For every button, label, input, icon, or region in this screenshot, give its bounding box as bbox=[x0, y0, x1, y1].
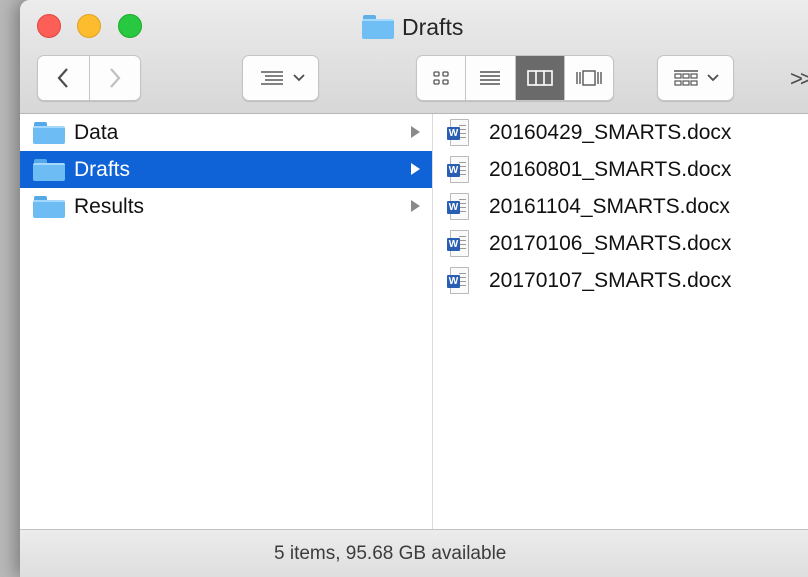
disclosure-triangle-icon bbox=[411, 126, 420, 138]
chevron-down-icon bbox=[292, 74, 305, 82]
zoom-window-button[interactable] bbox=[118, 14, 142, 38]
cover-flow-view-button[interactable] bbox=[563, 56, 613, 100]
window-title: Drafts bbox=[362, 13, 463, 41]
view-mode-buttons bbox=[416, 55, 614, 101]
column-view-button[interactable] bbox=[514, 56, 564, 100]
folder-label: Drafts bbox=[74, 157, 131, 181]
file-row[interactable]: W 20170106_SMARTS.docx bbox=[433, 225, 808, 262]
folder-label: Results bbox=[74, 194, 145, 218]
folder-label: Data bbox=[74, 120, 119, 144]
chevron-down-icon bbox=[706, 74, 719, 82]
finder-window: Drafts >> Data Drafts Results W 20160429… bbox=[20, 0, 808, 577]
file-name: 20161104_SMARTS.docx bbox=[489, 194, 730, 218]
list-view-button[interactable] bbox=[465, 56, 514, 100]
files-column: W 20160429_SMARTS.docx W 20160801_SMARTS… bbox=[433, 114, 808, 529]
file-row[interactable]: W 20160429_SMARTS.docx bbox=[433, 114, 808, 151]
file-row[interactable]: W 20170107_SMARTS.docx bbox=[433, 262, 808, 299]
chevron-left-icon bbox=[57, 68, 69, 88]
icon-view-button[interactable] bbox=[417, 56, 465, 100]
word-document-icon: W bbox=[447, 192, 469, 221]
folder-icon bbox=[33, 158, 65, 181]
group-by-icon bbox=[673, 70, 698, 86]
close-window-button[interactable] bbox=[37, 14, 61, 38]
word-document-icon: W bbox=[447, 118, 469, 147]
list-view-icon bbox=[480, 71, 501, 85]
column-view-icon bbox=[526, 70, 553, 86]
status-bar: 5 items, 95.68 GB available bbox=[20, 529, 808, 577]
folder-icon bbox=[33, 195, 65, 218]
folder-row-results[interactable]: Results bbox=[20, 188, 432, 225]
file-row[interactable]: W 20161104_SMARTS.docx bbox=[433, 188, 808, 225]
disclosure-triangle-icon bbox=[411, 163, 420, 175]
folder-icon bbox=[33, 121, 65, 144]
status-text: 5 items, 95.68 GB available bbox=[274, 542, 507, 564]
cover-flow-icon bbox=[576, 70, 602, 86]
folder-row-drafts[interactable]: Drafts bbox=[20, 151, 432, 188]
chevron-right-icon bbox=[109, 68, 121, 88]
file-name: 20170106_SMARTS.docx bbox=[489, 231, 732, 255]
icon-view-icon bbox=[433, 71, 449, 85]
forward-button[interactable] bbox=[88, 56, 141, 100]
file-row[interactable]: W 20160801_SMARTS.docx bbox=[433, 151, 808, 188]
disclosure-triangle-icon bbox=[411, 200, 420, 212]
window-title-text: Drafts bbox=[402, 13, 464, 40]
file-name: 20160801_SMARTS.docx bbox=[489, 157, 732, 181]
navigation-buttons bbox=[37, 55, 141, 101]
file-name: 20170107_SMARTS.docx bbox=[489, 268, 732, 292]
file-name: 20160429_SMARTS.docx bbox=[489, 120, 732, 144]
toolbar-overflow-button[interactable]: >> bbox=[790, 66, 808, 92]
word-document-icon: W bbox=[447, 229, 469, 258]
title-bar: Drafts >> bbox=[20, 0, 808, 114]
word-document-icon: W bbox=[447, 155, 469, 184]
folder-icon bbox=[362, 15, 394, 39]
list-arrange-icon bbox=[260, 71, 283, 85]
minimize-window-button[interactable] bbox=[77, 14, 101, 38]
back-button[interactable] bbox=[38, 56, 89, 100]
folder-row-data[interactable]: Data bbox=[20, 114, 432, 151]
arrange-button[interactable] bbox=[242, 55, 319, 101]
word-document-icon: W bbox=[447, 266, 469, 295]
folder-column: Data Drafts Results bbox=[20, 114, 433, 529]
group-by-button[interactable] bbox=[657, 55, 734, 101]
